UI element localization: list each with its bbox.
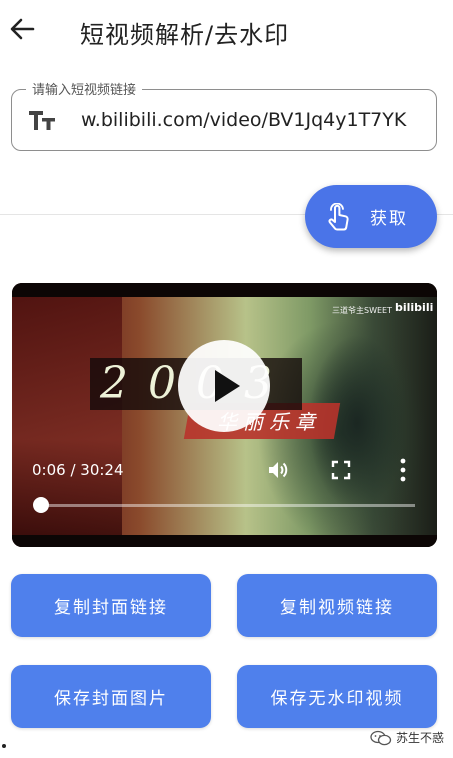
bilibili-logo: bilibili <box>395 301 434 314</box>
watermark: 苏生不惑 <box>370 729 444 746</box>
time-separator: / <box>65 461 81 479</box>
copy-cover-link-button[interactable]: 复制封面链接 <box>11 574 211 637</box>
dot-marker <box>2 744 6 748</box>
back-button[interactable] <box>6 12 40 46</box>
video-time: 0:06 / 30:24 <box>32 461 124 479</box>
fetch-button[interactable]: 获取 <box>305 185 437 248</box>
seek-thumb[interactable] <box>33 497 50 513</box>
volume-icon <box>269 462 288 478</box>
fullscreen-button[interactable] <box>331 460 351 480</box>
letterbox-bottom <box>12 535 437 547</box>
copy-video-link-button[interactable]: 复制视频链接 <box>237 574 437 637</box>
duration: 30:24 <box>80 461 124 479</box>
volume-button[interactable] <box>266 458 290 482</box>
fullscreen-icon <box>331 460 351 480</box>
text-format-icon <box>28 108 58 132</box>
watermark-text: 苏生不惑 <box>396 731 445 745</box>
seek-bar[interactable] <box>40 504 415 507</box>
video-frame-left <box>12 297 122 535</box>
wechat-icon <box>370 730 392 745</box>
fetch-button-label: 获取 <box>370 209 408 229</box>
save-no-watermark-video-button[interactable]: 保存无水印视频 <box>237 665 437 728</box>
page-title: 短视频解析/去水印 <box>80 21 290 49</box>
video-player[interactable]: 2003 华丽乐章 三道爷主SWEET bilibili 0:06 / 30:2… <box>12 283 437 547</box>
video-uploader-text: 三道爷主SWEET <box>332 306 392 315</box>
more-button[interactable] <box>397 457 409 483</box>
url-input-value[interactable]: w.bilibili.com/video/BV1Jq4y1T7YK <box>81 108 423 132</box>
play-icon <box>215 370 240 402</box>
url-input-label: 请输入短视频链接 <box>26 79 143 98</box>
touch-hand-icon <box>328 202 349 230</box>
letterbox-top <box>12 283 437 297</box>
save-cover-image-button[interactable]: 保存封面图片 <box>11 665 211 728</box>
current-time: 0:06 <box>32 461 66 479</box>
more-vert-icon <box>400 458 406 482</box>
play-button[interactable] <box>178 340 270 432</box>
arrow-left-icon <box>10 18 35 40</box>
